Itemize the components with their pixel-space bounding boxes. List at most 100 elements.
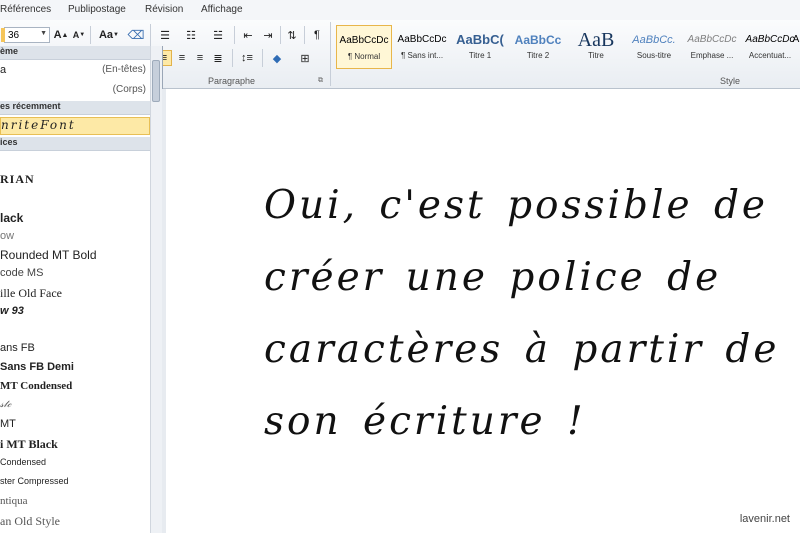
font-item-body[interactable]: (Corps) xyxy=(0,84,150,102)
justify-icon[interactable]: ≣ xyxy=(210,50,226,66)
style-preview: AaBbCcDc xyxy=(339,35,389,46)
style-emphasis[interactable]: AaBbCcDc Accentuat... xyxy=(742,25,798,69)
style-name: ¶ Normal xyxy=(347,52,381,61)
document-line: créer une police de xyxy=(264,255,722,300)
style-preview: AaBbCcDc xyxy=(745,34,795,45)
document-line: caractères à partir de xyxy=(264,327,780,372)
multilevel-list-icon[interactable]: ☱ xyxy=(208,27,228,43)
style-no-spacing[interactable]: AaBbCcDc ¶ Sans int... xyxy=(394,25,450,69)
line-spacing-icon[interactable]: ↕≡ xyxy=(236,50,258,66)
document-line: son écriture ! xyxy=(264,399,586,444)
theme-fonts-header: ème xyxy=(0,46,150,60)
font-item[interactable]: lack xyxy=(0,211,150,225)
font-item[interactable]: 𝓈𝓉𝒸 xyxy=(0,399,150,410)
style-preview: AaBbCc. xyxy=(632,34,676,46)
font-item[interactable]: ille Old Face xyxy=(0,286,150,301)
style-name: Titre xyxy=(588,51,604,60)
increase-indent-icon[interactable]: ⇥ xyxy=(260,27,276,43)
separator xyxy=(280,26,281,44)
font-item[interactable]: code MS xyxy=(0,267,150,279)
font-item[interactable]: an Old Style xyxy=(0,514,150,529)
font-item[interactable]: ans FB xyxy=(0,342,150,354)
tab-references[interactable]: Références xyxy=(0,4,51,15)
font-item[interactable]: Sans FB Demi xyxy=(0,361,150,373)
clear-formatting-icon[interactable]: ⌫ xyxy=(128,27,145,43)
decrease-indent-icon[interactable]: ⇤ xyxy=(240,27,256,43)
up-caret-icon: ▲ xyxy=(61,31,69,39)
style-preview: AaBbCc xyxy=(514,33,562,47)
style-preview: A xyxy=(792,34,800,45)
all-fonts-header: ices xyxy=(0,137,150,151)
font-dropdown-list[interactable]: ème a (En-têtes) (Corps) es récemment nr… xyxy=(0,46,163,533)
font-item[interactable]: w 93 xyxy=(0,305,150,317)
font-list-scrollbar[interactable] xyxy=(150,46,162,533)
change-case-label: Aa xyxy=(98,29,114,41)
down-caret-icon: ▼ xyxy=(79,32,86,38)
document-text[interactable]: Oui, c'est possible de créer une police … xyxy=(264,170,800,458)
separator xyxy=(234,26,235,44)
font-item-name: a xyxy=(0,64,7,76)
dialog-launcher-icon[interactable]: ⧉ xyxy=(318,77,323,85)
style-name: Titre 1 xyxy=(468,51,492,60)
font-item-role: (Corps) xyxy=(112,84,146,95)
style-subtitle[interactable]: AaBbCc. Sous-titre xyxy=(626,25,682,69)
font-item[interactable]: Condensed xyxy=(0,457,150,467)
tab-publipostage[interactable]: Publipostage xyxy=(68,4,126,15)
font-item[interactable]: ntiqua xyxy=(0,495,150,507)
font-item[interactable]: ster Compressed xyxy=(0,476,150,486)
style-name: Emphase ... xyxy=(690,51,734,60)
style-heading-2[interactable]: AaBbCc Titre 2 xyxy=(510,25,566,69)
scrollbar-thumb[interactable] xyxy=(152,60,160,102)
separator xyxy=(330,22,331,86)
separator xyxy=(262,49,263,67)
font-item[interactable]: i MT Black xyxy=(0,437,150,452)
font-item-role: (En-têtes) xyxy=(102,64,146,75)
font-item[interactable]: ow xyxy=(0,230,150,242)
chevron-down-icon[interactable]: ▼ xyxy=(40,30,47,37)
grow-font-button[interactable]: A ▲ xyxy=(53,27,69,43)
font-item[interactable]: MT Condensed xyxy=(0,380,150,392)
numbering-icon[interactable]: ☷ xyxy=(182,27,200,43)
separator xyxy=(232,49,233,67)
recent-fonts-header: es récemment xyxy=(0,101,150,115)
font-item[interactable]: Rounded MT Bold xyxy=(0,248,150,262)
style-name: Titre 2 xyxy=(526,51,550,60)
style-name: ¶ Sans int... xyxy=(400,51,444,60)
shading-icon[interactable]: ◆ xyxy=(266,50,288,66)
style-preview: AaBbCcDc xyxy=(397,34,447,45)
ribbon-tabs: Références Publipostage Révision Afficha… xyxy=(0,0,800,21)
style-subtle-emphasis[interactable]: AaBbCcDc Emphase ... xyxy=(684,25,740,69)
style-preview: AaBbC( xyxy=(456,32,504,47)
font-item[interactable]: RIAN xyxy=(0,172,150,187)
style-preview: AaBbCcDc xyxy=(687,34,737,45)
borders-icon[interactable]: ⊞ xyxy=(294,50,316,66)
font-item-headings[interactable]: a (En-têtes) xyxy=(0,64,150,82)
change-case-button[interactable]: Aa ▼ xyxy=(96,27,122,43)
pilcrow-icon[interactable]: ¶ xyxy=(310,27,324,43)
tab-revision[interactable]: Révision xyxy=(145,4,183,15)
align-center-icon[interactable]: ≡ xyxy=(174,50,190,66)
style-name: Accentuat... xyxy=(748,51,792,60)
separator xyxy=(304,26,305,44)
style-title[interactable]: AaB Titre xyxy=(568,25,624,69)
style-more[interactable]: A xyxy=(792,25,800,69)
style-name: Sous-titre xyxy=(636,51,672,60)
align-right-icon[interactable]: ≡ xyxy=(192,50,208,66)
shrink-font-button[interactable]: A ▼ xyxy=(72,27,86,43)
watermark: lavenir.net xyxy=(739,513,790,525)
grow-font-label: A xyxy=(53,29,62,41)
sort-icon[interactable]: ⇅ xyxy=(284,27,300,43)
style-normal[interactable]: AaBbCcDc ¶ Normal xyxy=(336,25,392,69)
tab-affichage[interactable]: Affichage xyxy=(201,4,243,15)
vertical-ruler xyxy=(162,89,166,533)
font-item[interactable]: MT xyxy=(0,418,150,430)
style-heading-1[interactable]: AaBbC( Titre 1 xyxy=(452,25,508,69)
separator xyxy=(90,26,91,44)
font-item-selected[interactable]: nriteFont xyxy=(0,117,150,135)
font-size-field[interactable]: 36 ▼ xyxy=(1,27,50,43)
bullets-icon[interactable]: ☰ xyxy=(156,27,174,43)
chevron-down-icon: ▼ xyxy=(113,32,119,38)
document-line: Oui, c'est possible de xyxy=(264,183,768,228)
style-preview: AaB xyxy=(577,29,615,51)
styles-gallery: AaBbCcDc ¶ Normal AaBbCcDc ¶ Sans int...… xyxy=(334,25,800,71)
